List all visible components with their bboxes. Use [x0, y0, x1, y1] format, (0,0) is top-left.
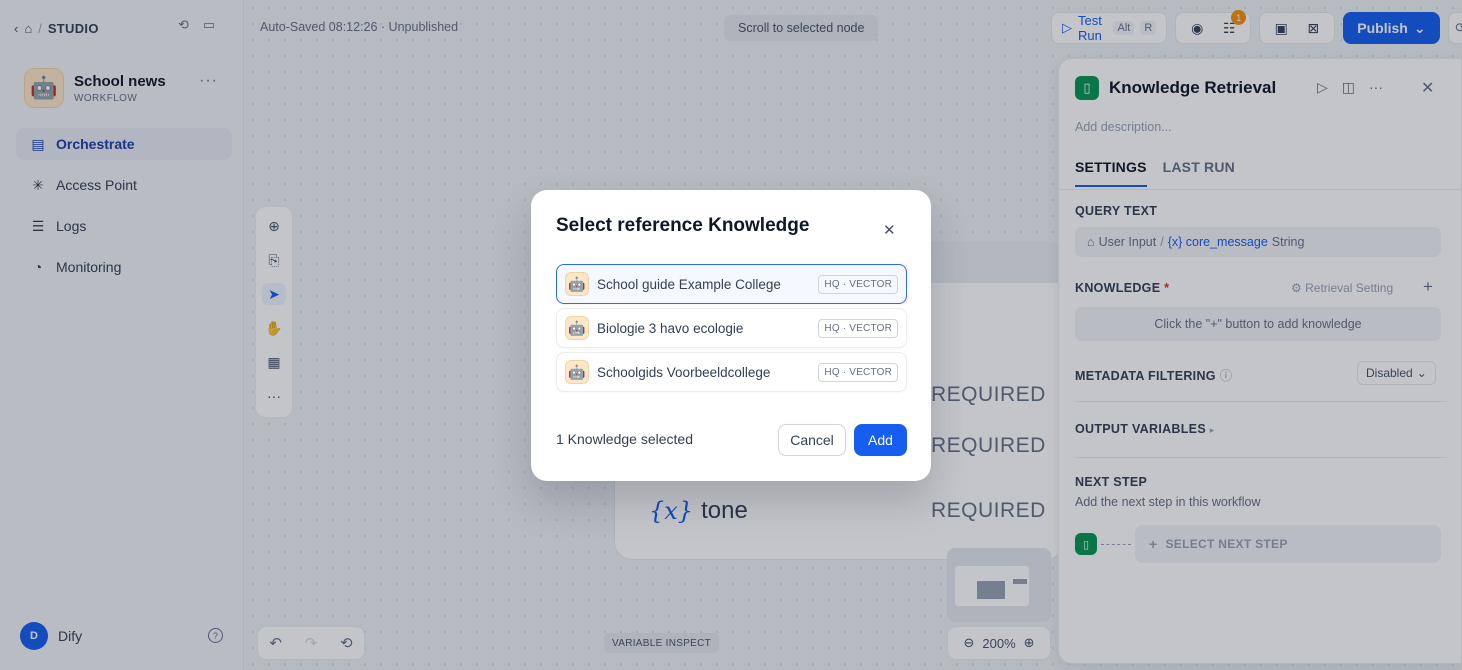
close-icon[interactable]: ✕ — [883, 221, 896, 239]
knowledge-item[interactable]: 🤖 Schoolgids Voorbeeldcollege HQ · VECTO… — [556, 352, 907, 392]
knowledge-name: Biologie 3 havo ecologie — [597, 320, 744, 336]
index-type-badge: HQ · VECTOR — [818, 363, 898, 382]
select-knowledge-modal: Select reference Knowledge ✕ 🤖 School gu… — [531, 190, 931, 481]
knowledge-name: Schoolgids Voorbeeldcollege — [597, 364, 771, 380]
robot-icon: 🤖 — [565, 316, 589, 340]
index-type-badge: HQ · VECTOR — [818, 319, 898, 338]
knowledge-name: School guide Example College — [597, 276, 781, 292]
modal-title: Select reference Knowledge — [556, 215, 810, 236]
add-button[interactable]: Add — [854, 424, 907, 456]
robot-icon: 🤖 — [565, 360, 589, 384]
index-type-badge: HQ · VECTOR — [818, 275, 898, 294]
cancel-button[interactable]: Cancel — [778, 424, 846, 456]
robot-icon: 🤖 — [565, 272, 589, 296]
knowledge-list: 🤖 School guide Example College HQ · VECT… — [556, 264, 907, 396]
selected-count: 1 Knowledge selected — [556, 431, 693, 447]
knowledge-item[interactable]: 🤖 School guide Example College HQ · VECT… — [556, 264, 907, 304]
knowledge-item[interactable]: 🤖 Biologie 3 havo ecologie HQ · VECTOR — [556, 308, 907, 348]
